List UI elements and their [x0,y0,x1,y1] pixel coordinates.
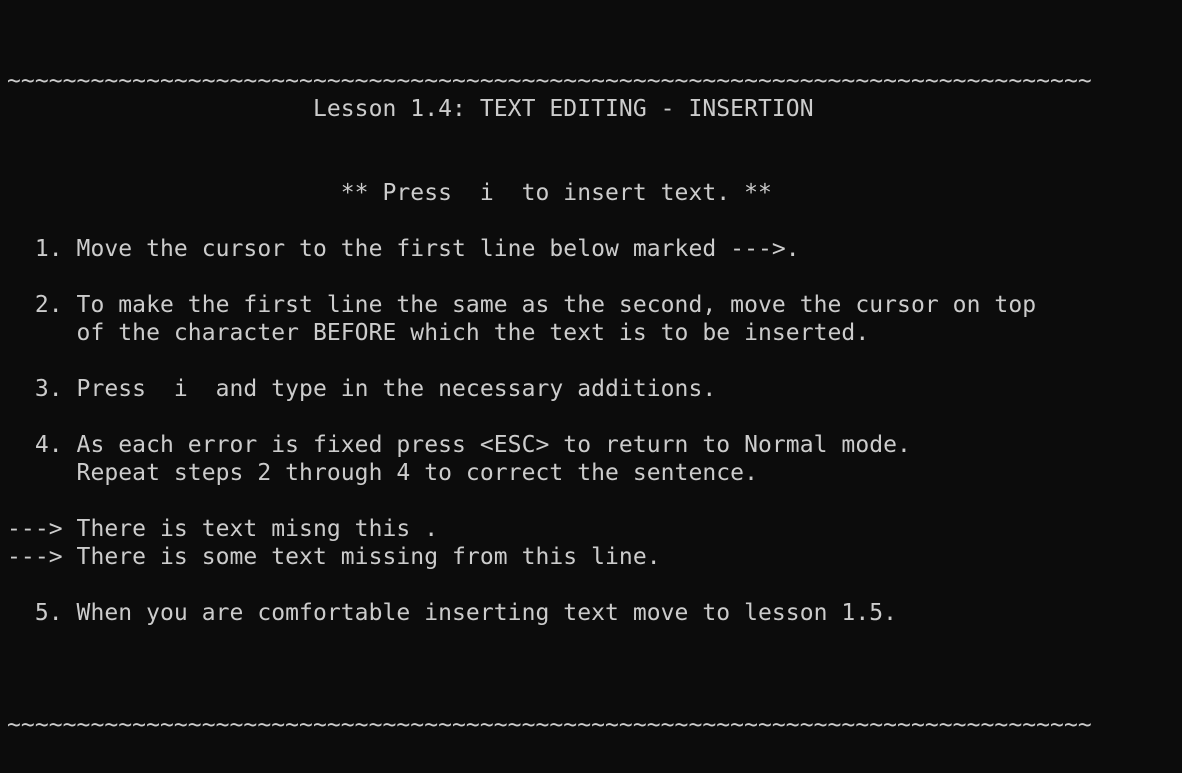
tilde-rule-top: ~~~~~~~~~~~~~~~~~~~~~~~~~~~~~~~~~~~~~~~~… [7,68,1092,94]
step-4-line-1: 4. As each error is fixed press <ESC> to… [7,432,911,458]
terminal-window[interactable]: ~~~~~~~~~~~~~~~~~~~~~~~~~~~~~~~~~~~~~~~~… [0,0,1182,773]
step-1: 1. Move the cursor to the first line bel… [7,236,800,262]
tilde-rule-bottom: ~~~~~~~~~~~~~~~~~~~~~~~~~~~~~~~~~~~~~~~~… [7,712,1092,738]
practice-line-incorrect[interactable]: ---> There is text misng this . [7,515,438,543]
step-3: 3. Press i and type in the necessary add… [7,376,717,402]
lesson-title: Lesson 1.4: TEXT EDITING - INSERTION [7,96,814,122]
step-2-line-1: 2. To make the first line the same as th… [7,292,1037,318]
lesson-instruction: ** Press i to insert text. ** [7,180,772,206]
practice-line-correct[interactable]: ---> There is some text missing from thi… [7,543,661,571]
step-2-line-2: of the character BEFORE which the text i… [7,320,870,346]
step-4-line-2: Repeat steps 2 through 4 to correct the … [7,460,758,486]
step-5: 5. When you are comfortable inserting te… [7,600,898,626]
